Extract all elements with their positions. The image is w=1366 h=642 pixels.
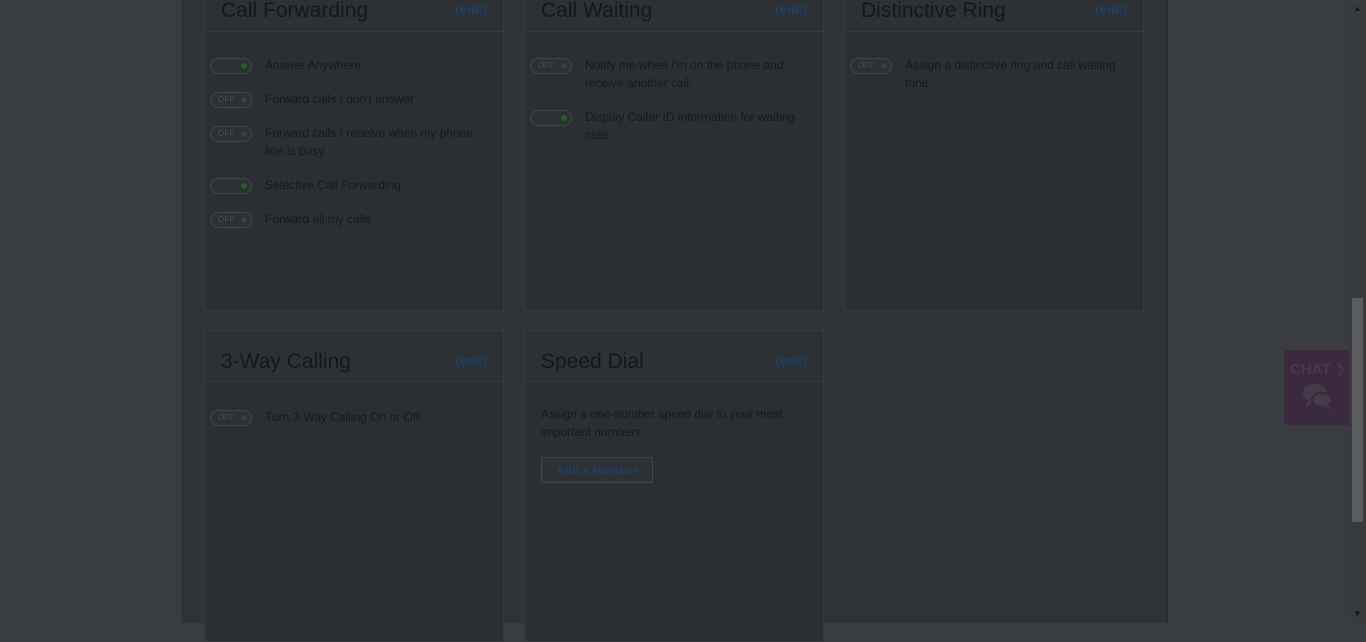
card-title: Distinctive Ring: [861, 0, 1006, 22]
item-label: Answer Anywhere: [265, 58, 362, 72]
toggle-knob-icon: [240, 62, 248, 70]
toggle-switch[interactable]: ON: [210, 58, 252, 74]
card-title: Call Forwarding: [221, 0, 369, 22]
card-title: Call Waiting: [541, 0, 653, 22]
page-content: Call Forwarding (edit) ON Answer Anywher…: [182, 0, 1168, 642]
scroll-thumb[interactable]: [1352, 298, 1363, 522]
toggle-label: ON: [218, 181, 231, 190]
speed-dial-card: Speed Dial (edit) Assign a one-number sp…: [524, 330, 824, 642]
item-label: Notify me when I'm on the phone and rece…: [585, 58, 784, 90]
toggle-knob-icon: [560, 114, 568, 122]
card-header: Distinctive Ring (edit): [845, 0, 1143, 32]
item-label: Forward calls I don't answer: [265, 92, 415, 106]
toggle-label: ON: [218, 61, 231, 70]
toggle-label: OFF: [538, 61, 555, 70]
toggle-switch[interactable]: OFF: [210, 126, 252, 142]
item-label: Forward calls I receive when my phone li…: [265, 126, 474, 158]
toggle-switch[interactable]: OFF: [210, 92, 252, 108]
item-label: Forward all my calls: [265, 212, 372, 226]
toggle-knob-icon: [240, 130, 248, 138]
scroll-down-arrow-icon[interactable]: ▼: [1349, 607, 1366, 621]
chat-widget[interactable]: CHAT ❯: [1284, 350, 1350, 425]
toggle-switch[interactable]: OFF: [210, 410, 252, 426]
chevron-right-icon: ❯: [1335, 361, 1346, 376]
toggle-label: ON: [538, 113, 551, 122]
toggle-knob-icon: [880, 62, 888, 70]
toggle-knob-icon: [240, 96, 248, 104]
card-title: Speed Dial: [541, 350, 644, 373]
vertical-scrollbar[interactable]: ▲ ▼: [1349, 0, 1366, 623]
chat-label: CHAT: [1290, 361, 1331, 378]
toggle-switch[interactable]: OFF: [530, 58, 572, 74]
toggle-label: OFF: [218, 95, 235, 104]
edit-link[interactable]: (edit): [455, 2, 487, 17]
add-number-button[interactable]: Add a Number: [541, 457, 653, 483]
three-way-calling-card: 3-Way Calling (edit) OFF Turn 3-Way Call…: [204, 330, 504, 642]
edit-link[interactable]: (edit): [1095, 2, 1127, 17]
toggle-knob-icon: [240, 216, 248, 224]
edit-link[interactable]: (edit): [775, 2, 807, 17]
toggle-knob-icon: [560, 62, 568, 70]
speed-dial-description: Assign a one-number speed dial to your m…: [541, 407, 783, 439]
toggle-knob-icon: [240, 182, 248, 190]
edit-link[interactable]: (edit): [455, 353, 487, 368]
item-label: Assign a distinctive ring and call waiti…: [905, 58, 1116, 90]
card-header: 3-Way Calling (edit): [205, 331, 503, 382]
toggle-label: OFF: [218, 215, 235, 224]
item-label: Display Caller ID information for waitin…: [585, 110, 796, 142]
toggle-label: OFF: [218, 129, 235, 138]
toggle-knob-icon: [240, 414, 248, 422]
toggle-label: OFF: [858, 61, 875, 70]
card-title: 3-Way Calling: [221, 350, 351, 373]
distinctive-ring-card: Distinctive Ring (edit) OFF Assign a dis…: [844, 0, 1144, 311]
toggle-label: OFF: [218, 413, 235, 422]
toggle-switch[interactable]: ON: [210, 178, 252, 194]
chat-bubble-icon: [1303, 384, 1333, 410]
scroll-up-arrow-icon[interactable]: ▲: [1349, 2, 1366, 16]
call-forwarding-card: Call Forwarding (edit) ON Answer Anywher…: [204, 0, 504, 311]
item-label: Turn 3-Way Calling On or Off: [265, 410, 420, 424]
toggle-switch[interactable]: OFF: [210, 212, 252, 228]
toggle-switch[interactable]: OFF: [850, 58, 892, 74]
edit-link[interactable]: (edit): [775, 353, 807, 368]
item-label: Selective Call Forwarding: [265, 178, 402, 192]
card-header: Call Forwarding (edit): [205, 0, 503, 32]
card-header: Call Waiting (edit): [525, 0, 823, 32]
card-header: Speed Dial (edit): [525, 331, 823, 382]
call-waiting-card: Call Waiting (edit) OFF Notify me when I…: [524, 0, 824, 311]
toggle-switch[interactable]: ON: [530, 110, 572, 126]
